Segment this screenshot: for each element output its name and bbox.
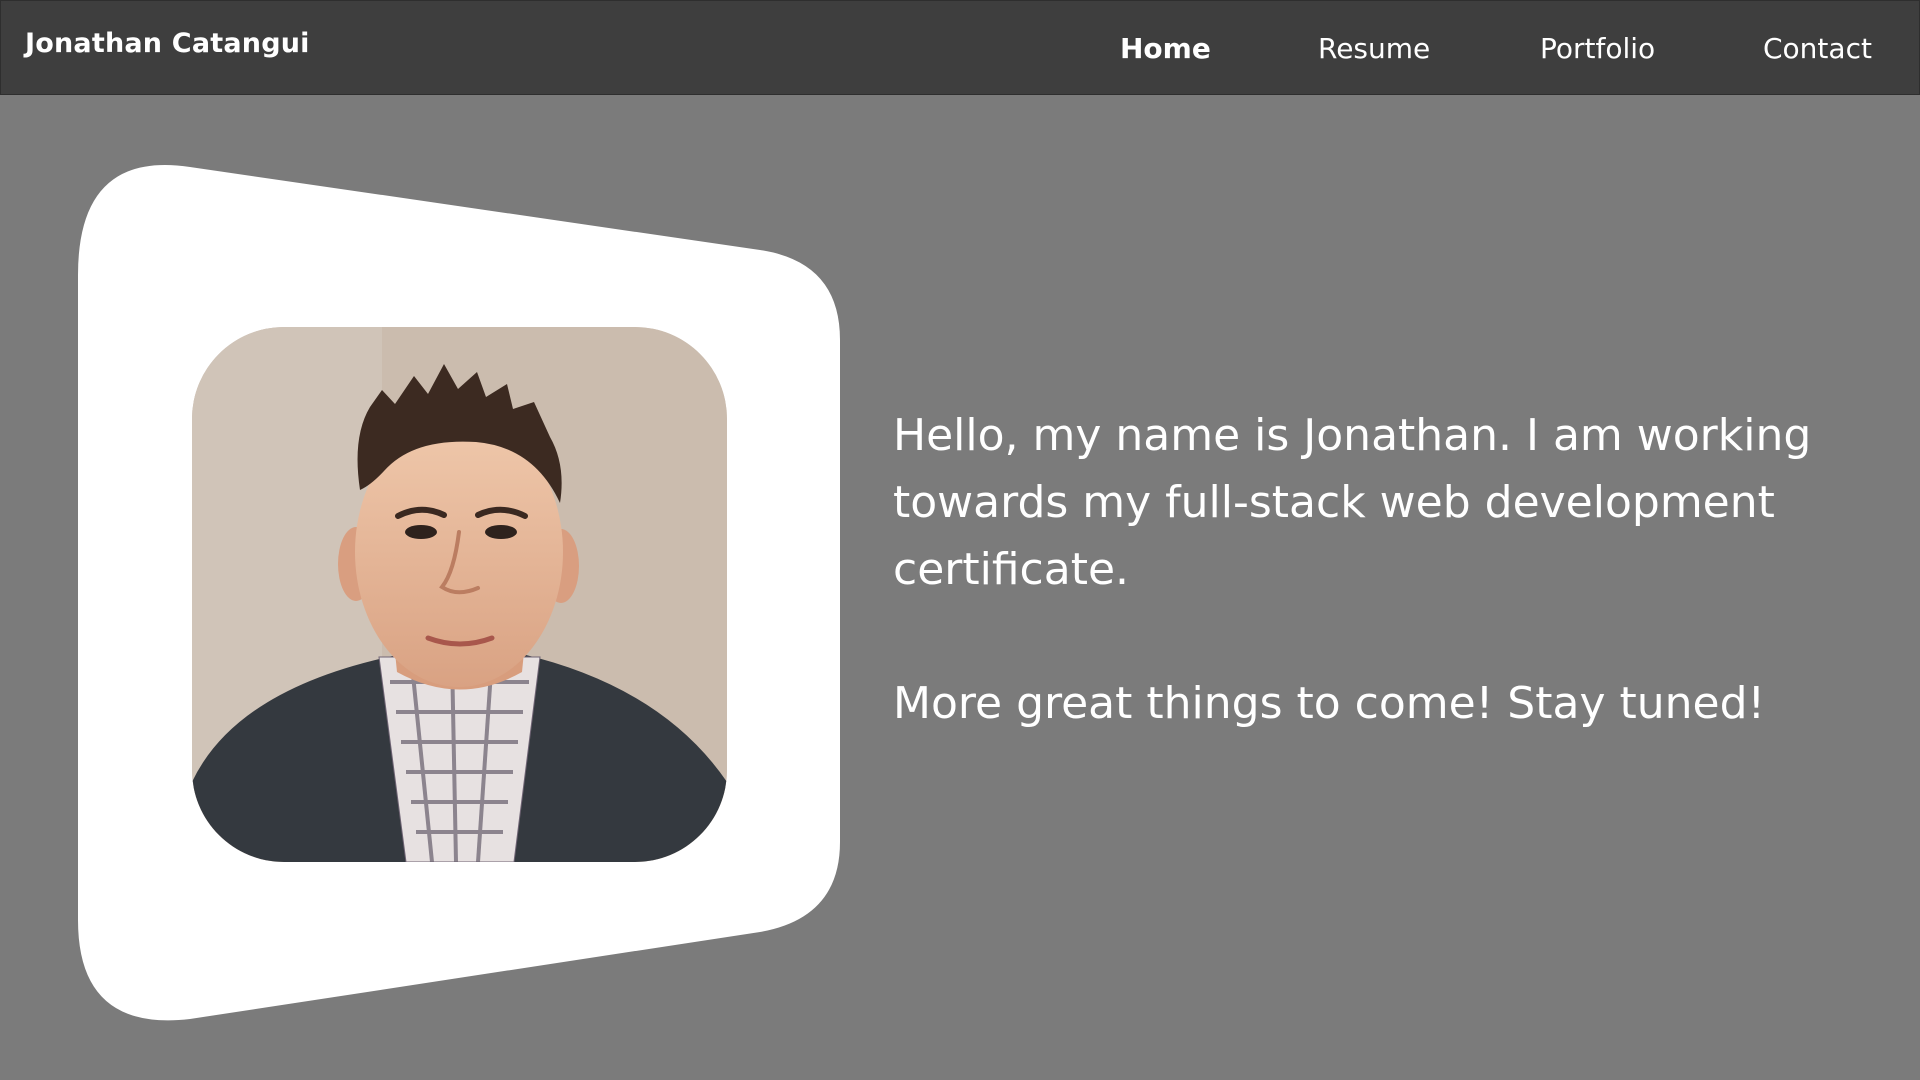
intro-text: Hello, my name is Jonathan. I am working… (893, 402, 1883, 737)
site-brand[interactable]: Jonathan Catangui (25, 28, 310, 59)
portrait-illustration (192, 327, 727, 862)
intro-paragraph-2: More great things to come! Stay tuned! (893, 678, 1766, 729)
nav-link-home[interactable]: Home (1120, 32, 1211, 65)
profile-photo (192, 327, 727, 862)
top-navbar: Jonathan Catangui Home Resume Portfolio … (0, 0, 1920, 95)
nav-link-contact[interactable]: Contact (1763, 32, 1872, 65)
nav-link-resume[interactable]: Resume (1318, 32, 1430, 65)
nav-link-portfolio[interactable]: Portfolio (1540, 32, 1655, 65)
intro-paragraph-1: Hello, my name is Jonathan. I am working… (893, 410, 1812, 595)
